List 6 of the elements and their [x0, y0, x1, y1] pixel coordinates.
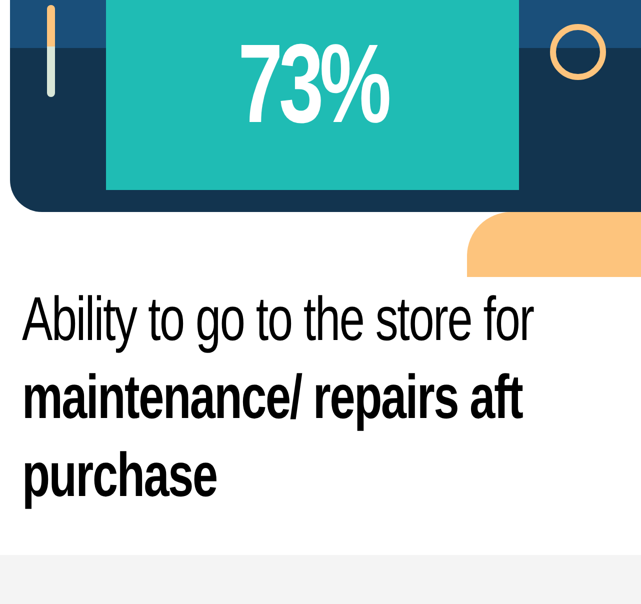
camera-icon — [550, 24, 606, 80]
caption-line: Ability to go to the store for — [22, 289, 534, 351]
caption-line: maintenance/ repairs aft — [22, 367, 522, 429]
caption-line: purchase — [22, 445, 217, 507]
percentage-value: 73% — [238, 28, 388, 148]
status-indicator-icon — [47, 5, 55, 97]
